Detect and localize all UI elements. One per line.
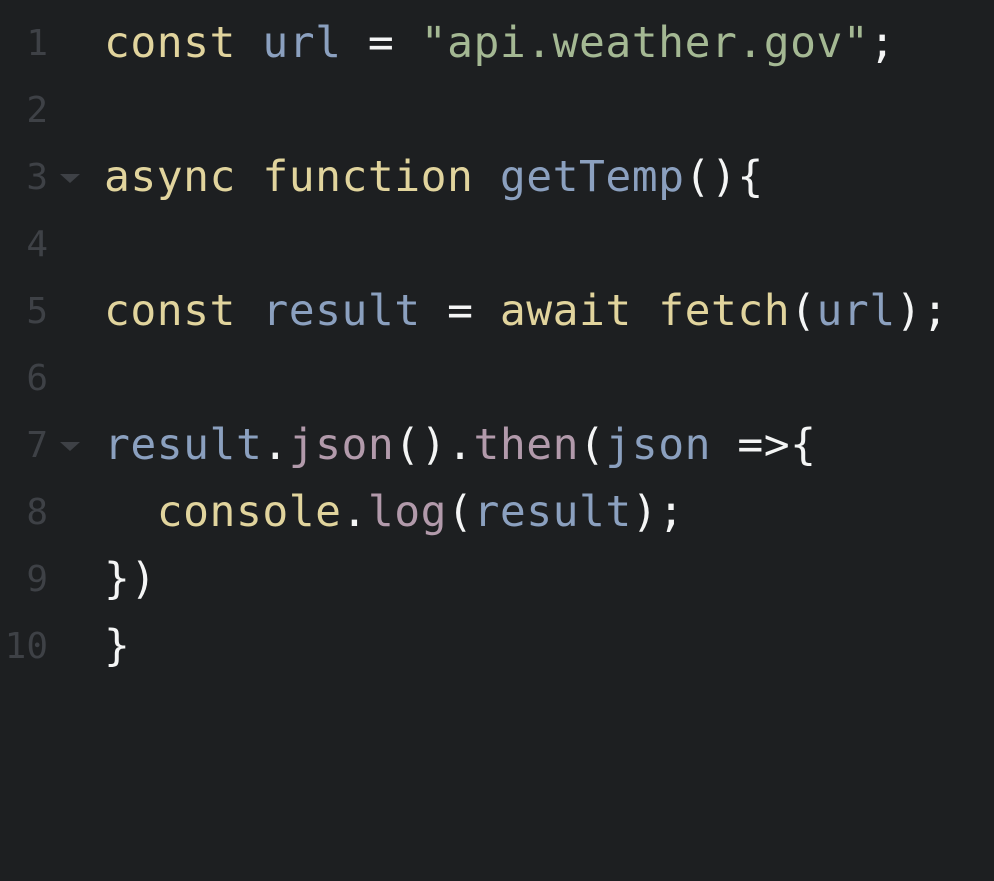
code-line-3[interactable]: 3 async function getTemp(){: [0, 144, 994, 211]
function-call-token: fetch: [658, 286, 791, 336]
punctuation-token: (: [447, 487, 474, 537]
line-number: 10: [4, 626, 48, 667]
line-number: 2: [26, 90, 48, 131]
punctuation-token: }: [104, 621, 131, 671]
string-token: "api.weather.gov": [420, 18, 870, 68]
code-line-4[interactable]: 4: [0, 211, 994, 278]
keyword-token: const: [104, 18, 236, 68]
code-text[interactable]: const url = "api.weather.gov";: [104, 10, 896, 77]
identifier-token: result: [473, 487, 632, 537]
code-line-9[interactable]: 9 }): [0, 546, 994, 613]
identifier-token: result: [262, 286, 421, 336]
operator-token: =: [341, 18, 421, 68]
method-token: log: [367, 487, 448, 537]
punctuation-token: );: [631, 487, 685, 537]
keyword-token: const: [104, 286, 236, 336]
indent-token: [104, 487, 157, 537]
code-line-2[interactable]: 2: [0, 77, 994, 144]
punctuation-token: );: [895, 286, 949, 336]
code-text[interactable]: result.json().then(json =>{: [104, 412, 817, 479]
identifier-token: url: [262, 18, 342, 68]
punctuation-token: }): [104, 554, 157, 604]
line-number: 3: [26, 157, 48, 198]
line-number: 7: [26, 425, 48, 466]
keyword-token: await: [499, 286, 632, 336]
code-line-8[interactable]: 8 console.log(result);: [0, 479, 994, 546]
code-line-7[interactable]: 7 result.json().then(json =>{: [0, 412, 994, 479]
object-token: console: [156, 487, 342, 537]
fold-arrow-icon[interactable]: [60, 442, 80, 451]
punctuation-token: (){: [684, 152, 764, 202]
operator-token: =: [420, 286, 500, 336]
line-number: 5: [26, 291, 48, 332]
punctuation-token: .: [341, 487, 368, 537]
line-number: 9: [26, 559, 48, 600]
identifier-token: url: [816, 286, 896, 336]
code-line-6[interactable]: 6: [0, 345, 994, 412]
code-line-10[interactable]: 10 }: [0, 613, 994, 680]
punctuation-token: ;: [869, 18, 896, 68]
punctuation-token: (: [790, 286, 817, 336]
code-text[interactable]: async function getTemp(){: [104, 144, 764, 211]
code-line-1[interactable]: 1 const url = "api.weather.gov";: [0, 10, 994, 77]
line-number: 4: [26, 224, 48, 265]
identifier-token: result: [104, 420, 263, 470]
line-number: 8: [26, 492, 48, 533]
method-token: then: [473, 420, 580, 470]
line-number: 6: [26, 358, 48, 399]
code-text[interactable]: console.log(result);: [104, 479, 685, 546]
code-editor[interactable]: 1 const url = "api.weather.gov"; 2 3 asy…: [0, 10, 994, 696]
punctuation-token: .: [262, 420, 289, 470]
method-token: json: [288, 420, 395, 470]
function-name-token: getTemp: [499, 152, 685, 202]
code-line-5[interactable]: 5 const result = await fetch(url);: [0, 278, 994, 345]
keyword-token: function: [262, 152, 474, 202]
line-number: 1: [26, 23, 48, 64]
punctuation-token: (: [579, 420, 606, 470]
arrow-token: =>{: [710, 420, 817, 470]
parameter-token: json: [605, 420, 711, 470]
keyword-token: async: [104, 152, 236, 202]
fold-arrow-icon[interactable]: [60, 174, 80, 183]
code-text[interactable]: const result = await fetch(url);: [104, 278, 949, 345]
code-text[interactable]: }): [104, 546, 157, 613]
code-text[interactable]: }: [104, 613, 130, 680]
punctuation-token: ().: [394, 420, 474, 470]
